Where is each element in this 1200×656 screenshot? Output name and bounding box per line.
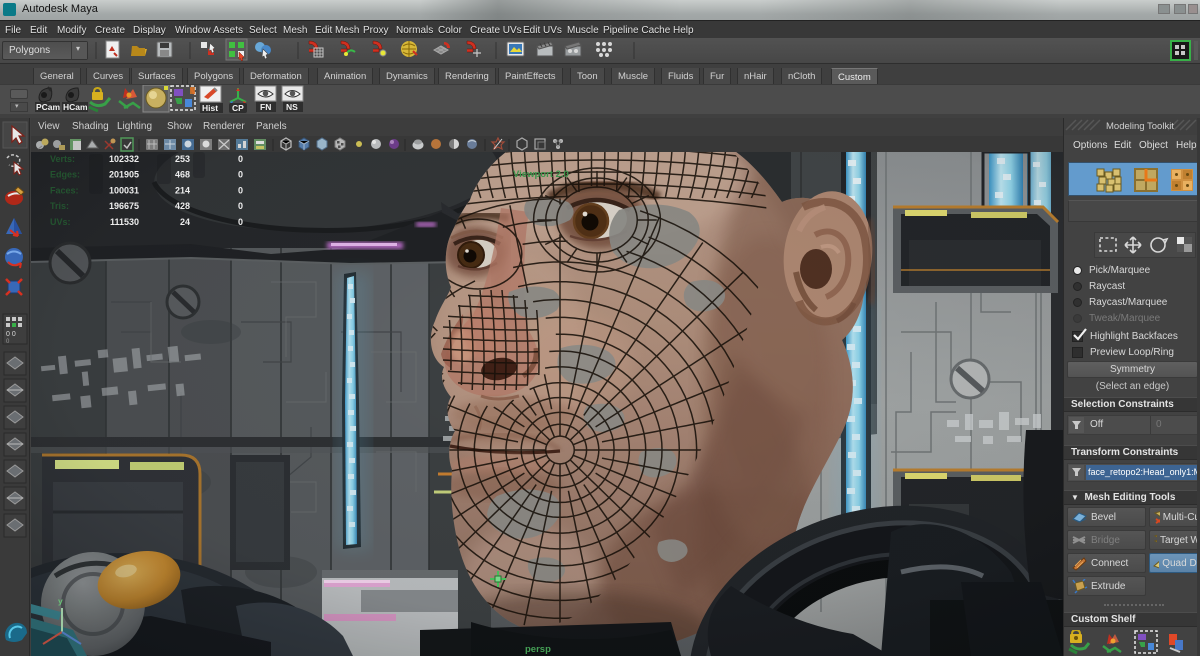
svg-text:persp: persp bbox=[525, 644, 551, 655]
svg-text:24: 24 bbox=[180, 217, 190, 227]
svg-text:0: 0 bbox=[238, 185, 243, 195]
svg-text:PCam: PCam bbox=[36, 102, 61, 112]
svg-text:468: 468 bbox=[175, 170, 190, 180]
svg-text:0: 0 bbox=[238, 201, 243, 211]
svg-text:Edges:: Edges: bbox=[50, 170, 80, 180]
svg-text:NS: NS bbox=[286, 102, 298, 112]
svg-text:102332: 102332 bbox=[109, 154, 139, 164]
svg-text:FN: FN bbox=[260, 102, 271, 112]
svg-text:100031: 100031 bbox=[109, 185, 139, 195]
svg-text:0: 0 bbox=[238, 217, 243, 227]
svg-text:111530: 111530 bbox=[110, 217, 139, 227]
svg-text:201905: 201905 bbox=[109, 170, 139, 180]
svg-text:HCam: HCam bbox=[63, 102, 88, 112]
svg-text:0: 0 bbox=[238, 154, 243, 164]
svg-text:Verts:: Verts: bbox=[50, 154, 75, 164]
svg-text:UVs:: UVs: bbox=[50, 217, 71, 227]
svg-text:253: 253 bbox=[175, 154, 190, 164]
svg-text:196675: 196675 bbox=[109, 201, 139, 211]
svg-text:CP: CP bbox=[232, 103, 244, 113]
svg-text:214: 214 bbox=[175, 185, 190, 195]
svg-text:0: 0 bbox=[238, 170, 243, 180]
svg-text:Tris:: Tris: bbox=[50, 201, 69, 211]
svg-text:Faces:: Faces: bbox=[50, 185, 79, 195]
svg-text:y: y bbox=[58, 596, 63, 606]
svg-text:Hist: Hist bbox=[202, 103, 218, 113]
svg-text:0 0: 0 0 bbox=[6, 331, 16, 338]
svg-text:Viewport 2.0: Viewport 2.0 bbox=[513, 169, 569, 180]
svg-text:428: 428 bbox=[175, 201, 190, 211]
